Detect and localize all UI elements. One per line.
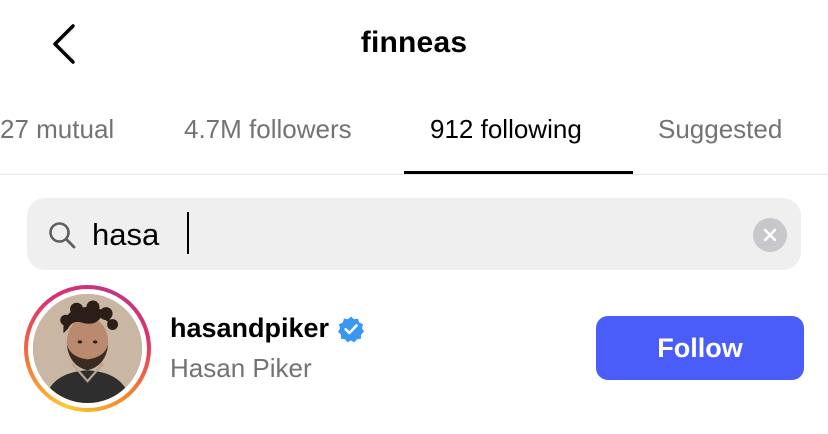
search-bar[interactable]: hasa <box>27 198 801 270</box>
follow-button[interactable]: Follow <box>596 316 804 380</box>
story-ring[interactable] <box>24 285 151 412</box>
username[interactable]: hasandpiker <box>170 313 329 344</box>
tab-mutual[interactable]: 27 mutual <box>0 114 114 145</box>
tab-bar: 27 mutual 4.7M followers 912 following S… <box>0 92 828 175</box>
tab-suggested[interactable]: Suggested <box>658 114 782 145</box>
following-list-screen: finneas 27 mutual 4.7M followers 912 fol… <box>0 0 828 434</box>
clear-icon <box>763 228 777 242</box>
verified-badge-icon <box>338 316 365 342</box>
full-name: Hasan Piker <box>170 353 312 383</box>
clear-search-button[interactable] <box>753 218 787 252</box>
avatar <box>33 294 142 403</box>
search-icon <box>49 222 76 249</box>
page-title: finneas <box>360 26 468 59</box>
active-tab-indicator <box>404 171 633 174</box>
list-item[interactable]: hasandpiker Hasan Piker Follow <box>0 280 828 414</box>
header: finneas <box>0 0 828 90</box>
text-cursor <box>187 212 189 254</box>
profile-photo <box>33 294 142 403</box>
tab-followers[interactable]: 4.7M followers <box>184 114 352 145</box>
username-row: hasandpiker <box>170 313 365 344</box>
search-input[interactable]: hasa <box>92 217 159 253</box>
tab-following[interactable]: 912 following <box>430 114 582 145</box>
